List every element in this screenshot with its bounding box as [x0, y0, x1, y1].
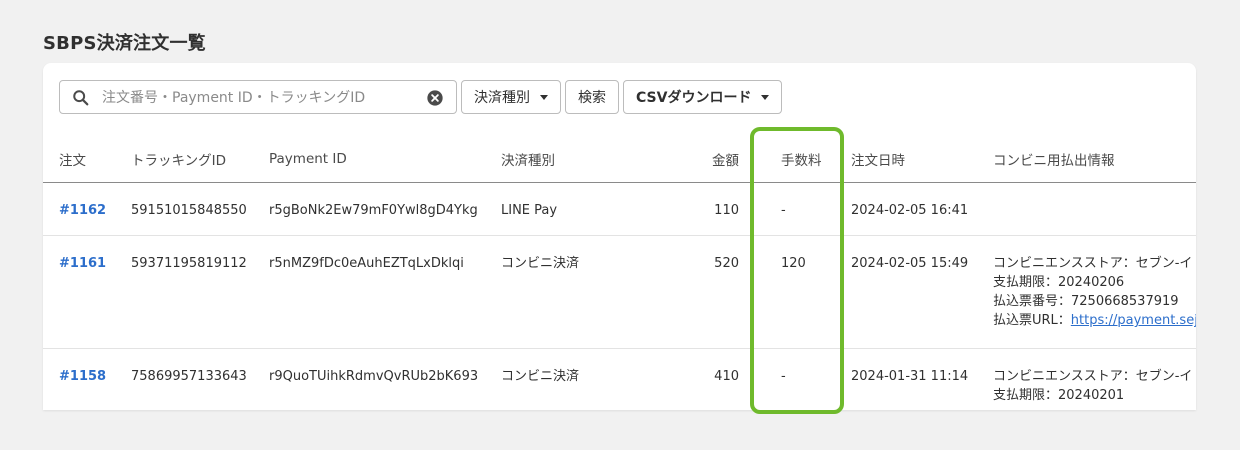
order-link[interactable]: #1162	[59, 203, 106, 218]
fee-cell: -	[781, 203, 786, 218]
column-header-amount[interactable]: 金額	[651, 135, 745, 183]
payment-id-cell: r5gBoNk2Ew79mF0Ywl8gD4Ykg	[269, 203, 478, 218]
convenience-info-cell	[993, 183, 1196, 201]
orders-card: 決済種別 検索 CSVダウンロード 注文 トラッキングID Payment ID…	[43, 63, 1196, 410]
clear-icon[interactable]	[426, 89, 444, 107]
convenience-info-cell: コンビニエンスストア：セブン-イ 支払期限：20240206 払込票番号：725…	[993, 236, 1196, 330]
column-header-tracking-id[interactable]: トラッキングID	[131, 135, 269, 183]
tracking-id-cell: 75869957133643	[131, 369, 247, 384]
search-input[interactable]	[100, 87, 414, 109]
slip-number-line: 払込票番号：7250668537919	[993, 294, 1179, 309]
table-row[interactable]: #1162 59151015848550 r5gBoNk2Ew79mF0Ywl8…	[43, 182, 1196, 236]
slip-url-label: 払込票URL：	[993, 313, 1071, 328]
page-title: SBPS決済注文一覧	[43, 33, 206, 54]
convenience-store-line: コンビニエンスストア：セブン-イ	[993, 369, 1193, 384]
column-header-payment-id[interactable]: Payment ID	[269, 135, 501, 183]
chevron-down-icon	[540, 94, 548, 100]
table-row[interactable]: #1158 75869957133643 r9QuoTUihkRdmvQvRUb…	[43, 348, 1196, 410]
payment-id-cell: r5nMZ9fDc0eAuhEZTqLxDklqi	[269, 256, 464, 271]
payment-type-filter-label: 決済種別	[474, 90, 530, 106]
order-link[interactable]: #1161	[59, 256, 106, 271]
column-header-fee[interactable]: 手数料	[745, 135, 851, 183]
column-header-convenience-info[interactable]: コンビニ用払出情報	[993, 135, 1196, 183]
column-header-order[interactable]: 注文	[43, 135, 131, 183]
tracking-id-cell: 59151015848550	[131, 203, 247, 218]
amount-cell: 110	[714, 203, 739, 218]
payment-type-filter-button[interactable]: 決済種別	[461, 80, 561, 114]
search-box[interactable]	[59, 80, 457, 114]
csv-download-button[interactable]: CSVダウンロード	[623, 80, 783, 114]
datetime-cell: 2024-02-05 16:41	[851, 203, 969, 218]
amount-cell: 410	[714, 369, 739, 384]
order-link[interactable]: #1158	[59, 369, 106, 384]
table-row[interactable]: #1161 59371195819112 r5nMZ9fDc0eAuhEZTqL…	[43, 235, 1196, 349]
amount-cell: 520	[714, 256, 739, 271]
payment-type-cell: コンビニ決済	[501, 256, 580, 271]
payment-type-cell: コンビニ決済	[501, 369, 580, 384]
tracking-id-cell: 59371195819112	[131, 256, 247, 271]
csv-download-label: CSVダウンロード	[636, 90, 752, 106]
fee-cell: -	[781, 369, 786, 384]
convenience-info-cell: コンビニエンスストア：セブン-イ 支払期限：20240201	[993, 349, 1196, 405]
datetime-cell: 2024-02-05 15:49	[851, 256, 969, 271]
datetime-cell: 2024-01-31 11:14	[851, 369, 969, 384]
search-button-label: 検索	[578, 90, 606, 106]
fee-cell: 120	[781, 256, 806, 271]
slip-url-line: 払込票URL：https://payment.sej.	[993, 311, 1196, 330]
column-header-payment-type[interactable]: 決済種別	[501, 135, 651, 183]
slip-url-link[interactable]: https://payment.sej.	[1071, 313, 1196, 328]
payment-id-cell: r9QuoTUihkRdmvQvRUb2bK693	[269, 369, 479, 384]
chevron-down-icon	[761, 94, 770, 100]
table-header-row: 注文 トラッキングID Payment ID 決済種別 金額 手数料 注文日時 …	[43, 135, 1196, 183]
column-header-datetime[interactable]: 注文日時	[851, 135, 993, 183]
convenience-store-line: コンビニエンスストア：セブン-イ	[993, 256, 1193, 271]
payment-type-cell: LINE Pay	[501, 203, 558, 218]
orders-table: 注文 トラッキングID Payment ID 決済種別 金額 手数料 注文日時 …	[43, 135, 1196, 410]
payment-deadline-line: 支払期限：20240201	[993, 388, 1125, 403]
payment-deadline-line: 支払期限：20240206	[993, 275, 1125, 290]
search-button[interactable]: 検索	[565, 80, 619, 114]
search-icon	[73, 90, 89, 106]
toolbar: 決済種別 検索 CSVダウンロード	[59, 79, 783, 115]
